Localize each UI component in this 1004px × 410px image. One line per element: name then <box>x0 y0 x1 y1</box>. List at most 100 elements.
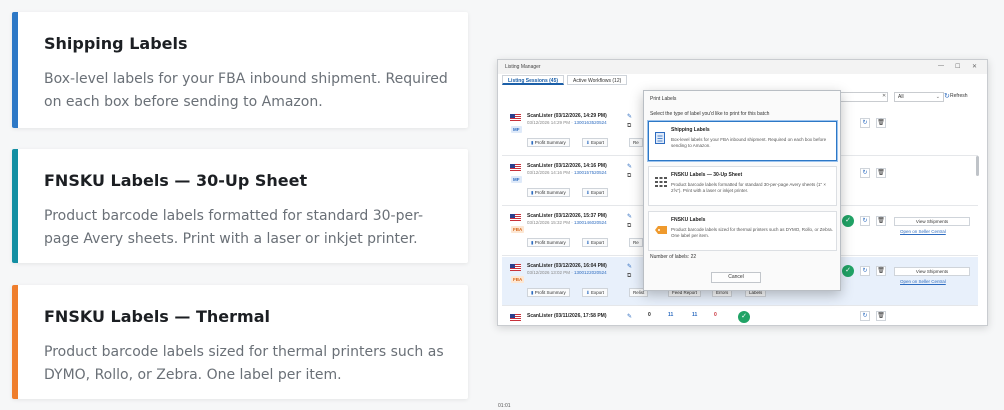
us-flag-icon <box>510 264 521 271</box>
count-value: 0 <box>648 312 651 318</box>
session-name: ScanLister (03/11/2026, 17:58 PM) <box>527 313 607 319</box>
copy-icon[interactable]: ⧉ <box>627 273 631 280</box>
tag-icon <box>655 226 667 234</box>
shipping-labels-card[interactable]: Shipping Labels Box-level labels for you… <box>12 12 468 128</box>
count-value: 11 <box>668 312 674 318</box>
fnsku-thermal-card[interactable]: FNSKU Labels — Thermal Product barcode l… <box>12 285 468 399</box>
fnsku-sheet-card[interactable]: FNSKU Labels — 30-Up Sheet Product barco… <box>12 149 468 263</box>
profit-summary-button[interactable]: ▮ Profit Summary <box>527 138 570 147</box>
edit-icon[interactable]: ✎ <box>627 313 632 320</box>
label-count: Number of labels: 22 <box>650 254 697 260</box>
cancel-button[interactable]: Cancel <box>711 272 761 283</box>
seller-central-link[interactable]: Open on Seller Central <box>900 279 946 284</box>
close-icon[interactable]: ✕ <box>972 63 977 70</box>
refresh-icon[interactable]: ↻ <box>944 92 950 100</box>
edit-icon[interactable]: ✎ <box>627 113 632 120</box>
refresh-button[interactable]: Refresh <box>950 93 968 99</box>
dialog-title: Print Labels <box>650 96 677 102</box>
copy-icon[interactable]: ⧉ <box>627 173 631 180</box>
relist-button[interactable]: Re <box>629 238 643 247</box>
refresh-row-icon[interactable]: ↻ <box>860 168 870 178</box>
view-shipments-button[interactable]: View Shipments <box>894 267 970 276</box>
clear-icon[interactable]: ✕ <box>882 93 886 99</box>
channel-badge: FBA <box>511 226 525 233</box>
export-button[interactable]: ⬇ Export <box>582 238 609 247</box>
print-labels-dialog: Print Labels Select the type of label yo… <box>643 90 841 291</box>
session-subtitle: 03/12/2026 13:02 PM · 1300122020524 <box>527 270 607 275</box>
session-subtitle: 03/12/2026 15:32 PM · 1300146020524 <box>527 220 607 225</box>
us-flag-icon <box>510 114 521 121</box>
relist-button[interactable]: Re <box>629 138 643 147</box>
delete-icon[interactable]: 🗑 <box>876 118 886 128</box>
card-title: FNSKU Labels — 30-Up Sheet <box>44 171 308 190</box>
filter-select[interactable]: All ⌄ <box>894 92 944 102</box>
tab-active-workflows[interactable]: Active Workflows (12) <box>567 75 628 85</box>
card-accent-bar <box>12 149 18 263</box>
window-title: Listing Manager <box>505 64 541 70</box>
edit-icon[interactable]: ✎ <box>627 263 632 270</box>
dialog-prompt: Select the type of label you'd like to p… <box>650 111 770 117</box>
option-fnsku-sheet[interactable]: FNSKU Labels — 30-Up Sheet Product barco… <box>648 166 837 206</box>
check-icon: ✓ <box>842 215 854 227</box>
card-title: FNSKU Labels — Thermal <box>44 307 270 326</box>
option-fnsku-thermal[interactable]: FNSKU Labels Product barcode labels size… <box>648 211 837 251</box>
card-accent-bar <box>12 285 18 399</box>
refresh-row-icon[interactable]: ↻ <box>860 311 870 321</box>
card-title: Shipping Labels <box>44 34 188 53</box>
option-title: FNSKU Labels — 30-Up Sheet <box>671 172 743 178</box>
view-shipments-button[interactable]: View Shipments <box>894 217 970 226</box>
refresh-row-icon[interactable]: ↻ <box>860 266 870 276</box>
session-name: ScanLister (03/12/2026, 14:16 PM) <box>527 163 607 169</box>
session-subtitle: 03/12/2026 14:16 PM · 1300157520524 <box>527 170 607 175</box>
scrollbar[interactable] <box>976 156 979 176</box>
option-description: Product barcode labels sized for thermal… <box>671 227 833 238</box>
channel-badge: MF <box>511 126 522 133</box>
us-flag-icon <box>510 164 521 171</box>
minimize-icon[interactable]: — <box>938 63 944 69</box>
footer-text: 01:01 <box>498 403 511 409</box>
export-button[interactable]: ⬇ Export <box>582 138 609 147</box>
edit-icon[interactable]: ✎ <box>627 213 632 220</box>
option-description: Box-level labels for your FBA inbound sh… <box>671 137 827 148</box>
option-description: Product barcode labels formatted for sta… <box>671 182 826 193</box>
refresh-row-icon[interactable]: ↻ <box>860 216 870 226</box>
count-value: 0 <box>714 312 717 318</box>
session-name: ScanLister (03/12/2026, 14:29 PM) <box>527 113 607 119</box>
delete-icon[interactable]: 🗑 <box>876 216 886 226</box>
session-subtitle: 03/12/2026 14:29 PM · 1300163520524 <box>527 120 607 125</box>
option-title: Shipping Labels <box>671 127 710 133</box>
seller-central-link[interactable]: Open on Seller Central <box>900 229 946 234</box>
grid-icon <box>655 177 667 187</box>
check-icon: ✓ <box>738 311 750 323</box>
delete-icon[interactable]: 🗑 <box>876 266 886 276</box>
session-name: ScanLister (03/12/2026, 16:04 PM) <box>527 263 607 269</box>
session-name: ScanLister (03/12/2026, 15:37 PM) <box>527 213 607 219</box>
edit-icon[interactable]: ✎ <box>627 163 632 170</box>
delete-icon[interactable]: 🗑 <box>876 168 886 178</box>
profit-summary-button[interactable]: ▮ Profit Summary <box>527 238 570 247</box>
maximize-icon[interactable]: ☐ <box>955 63 960 70</box>
title-bar: Listing Manager — ☐ ✕ <box>498 60 987 74</box>
card-accent-bar <box>12 12 18 128</box>
card-description: Box-level labels for your FBA inbound sh… <box>44 71 448 110</box>
copy-icon[interactable]: ⧉ <box>627 223 631 230</box>
chevron-down-icon: ⌄ <box>935 94 940 100</box>
check-icon: ✓ <box>842 265 854 277</box>
profit-summary-button[interactable]: ▮ Profit Summary <box>527 188 570 197</box>
profit-summary-button[interactable]: ▮ Profit Summary <box>527 288 570 297</box>
option-shipping-labels[interactable]: Shipping Labels Box-level labels for you… <box>648 121 837 161</box>
delete-icon[interactable]: 🗑 <box>876 311 886 321</box>
option-title: FNSKU Labels <box>671 217 706 223</box>
tab-listing-sessions[interactable]: Listing Sessions (45) <box>502 75 565 85</box>
export-button[interactable]: ⬇ Export <box>582 188 609 197</box>
document-icon <box>655 132 665 144</box>
copy-icon[interactable]: ⧉ <box>627 123 631 130</box>
card-description: Product barcode labels formatted for sta… <box>44 208 424 247</box>
export-button[interactable]: ⬇ Export <box>582 288 609 297</box>
count-value: 11 <box>692 312 698 318</box>
filter-value: All <box>898 94 904 100</box>
table-row[interactable]: ScanLister (03/11/2026, 17:58 PM) ✎ 0 11… <box>502 307 978 325</box>
us-flag-icon <box>510 314 521 321</box>
refresh-row-icon[interactable]: ↻ <box>860 118 870 128</box>
us-flag-icon <box>510 214 521 221</box>
